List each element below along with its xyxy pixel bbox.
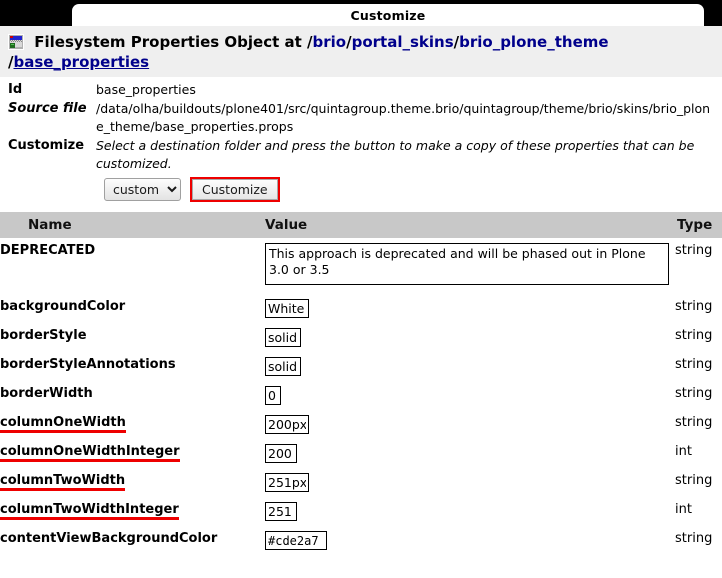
property-name-cell: DEPRECATED [0,238,265,294]
property-value-cell [265,323,675,352]
property-type-cell: string [675,357,713,372]
property-input-contentViewBackgroundColor[interactable] [265,531,327,550]
property-type-cell: string [675,243,713,258]
property-value-cell [265,381,675,410]
column-header-type: Type [675,212,722,238]
customize-label: Customize [8,138,85,153]
table-row: contentViewBackgroundColor string [0,526,722,555]
property-input-borderWidth[interactable] [265,386,281,405]
property-name-columnOneWidth: columnOneWidth [0,415,126,433]
property-value-cell [265,439,675,468]
property-type-cell: string [675,415,713,430]
detail-row-source-file: Source file /data/olha/buildouts/plone40… [8,100,714,136]
property-name-DEPRECATED: DEPRECATED [0,243,96,258]
property-name-cell: columnOneWidthInteger [0,439,265,468]
column-header-value: Value [265,212,675,238]
table-row: borderWidth string [0,381,722,410]
property-type-cell: string [675,299,713,314]
source-file-value: /data/olha/buildouts/plone401/src/quinta… [96,101,711,134]
property-name-columnTwoWidthInteger: columnTwoWidthInteger [0,502,179,520]
path-segment-base_properties[interactable]: base_properties [13,53,149,71]
property-name-columnTwoWidth: columnTwoWidth [0,473,126,491]
table-row: borderStyle string [0,323,722,352]
property-input-borderStyleAnnotations[interactable] [265,357,301,376]
property-value-cell [265,352,675,381]
object-header-prefix: Filesystem Properties Object at [34,33,302,51]
property-name-borderStyle: borderStyle [0,328,87,343]
property-name-cell: borderWidth [0,381,265,410]
property-input-columnTwoWidth[interactable] [265,473,309,492]
object-details: Id base_properties Source file /data/olh… [0,77,722,202]
property-name-cell: columnOneWidth [0,410,265,439]
table-row: columnTwoWidth string [0,468,722,497]
id-label: Id [8,82,23,97]
path-segment-portal_skins: portal_skins [351,33,454,51]
property-input-backgroundColor[interactable] [265,299,309,318]
property-name-cell: borderStyle [0,323,265,352]
customize-button[interactable]: Customize [192,179,278,200]
property-name-columnOneWidthInteger: columnOneWidthInteger [0,444,180,462]
object-header-band: Filesystem Properties Object at /brio/po… [0,26,722,77]
property-value-cell [265,294,675,323]
detail-row-customize: Customize Select a destination folder an… [8,137,714,173]
id-value: base_properties [96,82,196,97]
property-name-contentViewBackgroundColor: contentViewBackgroundColor [0,531,218,546]
property-input-columnOneWidth[interactable] [265,415,309,434]
property-name-borderWidth: borderWidth [0,386,93,401]
tab-customize[interactable]: Customize [72,4,704,26]
property-value-cell [265,468,675,497]
property-type-cell: int [675,444,692,459]
property-name-borderStyleAnnotations: borderStyleAnnotations [0,357,176,372]
path-segment-brio: brio [312,33,347,51]
table-row: columnOneWidthInteger int [0,439,722,468]
property-type-cell: string [675,386,713,401]
property-name-cell: contentViewBackgroundColor [0,526,265,555]
property-value-cell [265,410,675,439]
property-value-cell [265,238,675,294]
property-input-borderStyle[interactable] [265,328,301,347]
property-input-DEPRECATED[interactable] [265,243,669,285]
customize-button-highlight: Customize [190,177,280,202]
properties-table-body: DEPRECATEDstringbackgroundColorstringbor… [0,238,722,555]
property-value-cell [265,497,675,526]
property-name-cell: borderStyleAnnotations [0,352,265,381]
tab-customize-label: Customize [350,7,426,23]
properties-object-icon [8,34,24,50]
property-type-cell: string [675,473,713,488]
property-input-columnTwoWidthInteger[interactable] [265,502,297,521]
property-name-cell: columnTwoWidth [0,468,265,497]
property-name-cell: columnTwoWidthInteger [0,497,265,526]
table-row: DEPRECATED string [0,238,722,294]
customize-help-text: Select a destination folder and press th… [96,138,695,171]
table-row: backgroundColor string [0,294,722,323]
table-row: columnTwoWidthInteger int [0,497,722,526]
table-row: borderStyleAnnotations string [0,352,722,381]
property-value-cell [265,526,675,555]
column-header-name: Name [0,212,265,238]
browser-tab-strip: Customize [0,0,722,26]
table-row: columnOneWidth string [0,410,722,439]
table-header-row: Name Value Type [0,212,722,238]
property-type-cell: string [675,328,713,343]
properties-table: Name Value Type DEPRECATEDstringbackgrou… [0,212,722,555]
customize-controls: custom Customize [104,177,714,202]
destination-folder-select[interactable]: custom [104,178,181,201]
object-header-title: Filesystem Properties Object at /brio/po… [8,32,714,72]
detail-row-id: Id base_properties [8,81,714,99]
property-name-backgroundColor: backgroundColor [0,299,126,314]
source-file-label: Source file [8,101,87,116]
property-type-cell: string [675,531,713,546]
path-segment-brio_plone_theme: brio_plone_theme [459,33,609,51]
property-input-columnOneWidthInteger[interactable] [265,444,297,463]
properties-table-head: Name Value Type [0,212,722,238]
property-name-cell: backgroundColor [0,294,265,323]
property-type-cell: int [675,502,692,517]
